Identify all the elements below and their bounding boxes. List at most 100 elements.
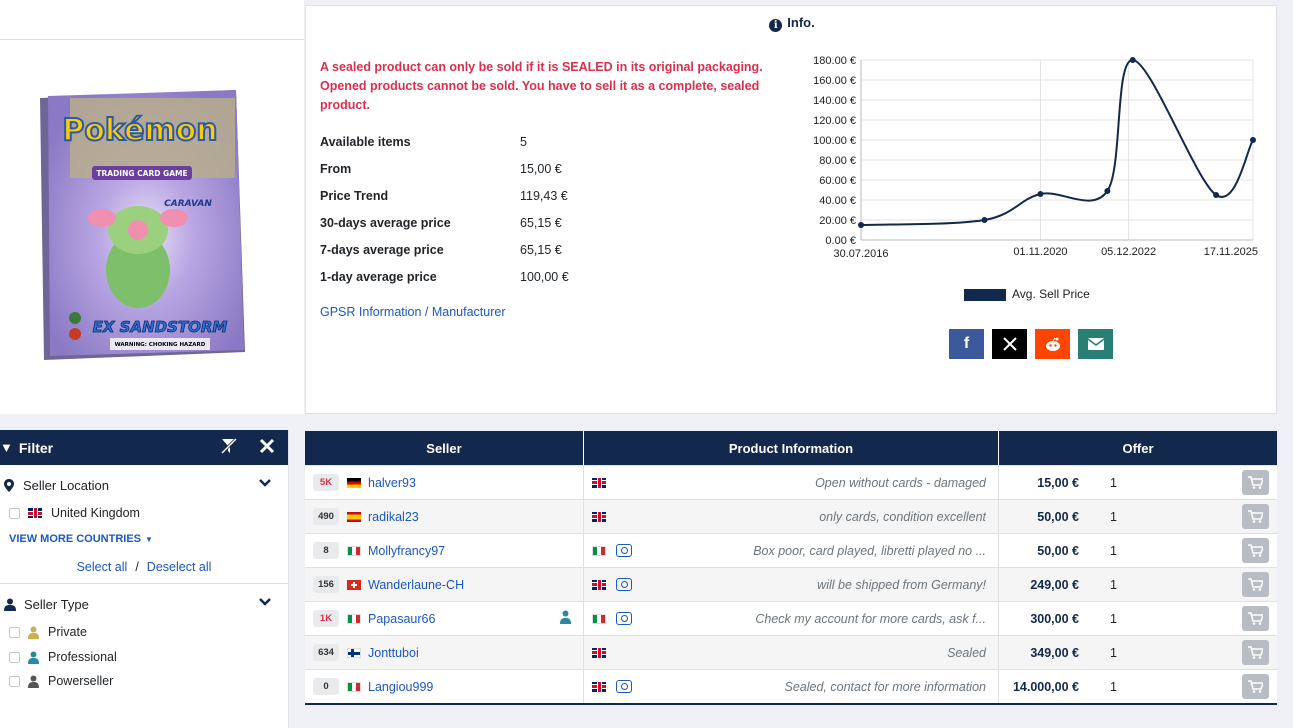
seller-location-header[interactable]: Seller Location <box>0 465 288 505</box>
add-to-cart-button[interactable] <box>1242 674 1269 699</box>
offer-price: 249,00 € <box>1030 577 1079 592</box>
sales-count-badge: 5K <box>313 474 339 491</box>
stat-row: 7-days average price 65,15 € <box>320 236 620 263</box>
table-row: 490 radikal23 only cards, condition exce… <box>305 499 1277 533</box>
seller-type-powerseller[interactable]: Powerseller <box>0 669 288 693</box>
data-point <box>1213 192 1220 198</box>
seller-name-link[interactable]: radikal23 <box>368 510 419 524</box>
clear-filter-icon[interactable] <box>220 437 238 460</box>
stat-row: Price Trend 119,43 € <box>320 182 620 209</box>
email-share-button[interactable] <box>1078 329 1113 359</box>
checkbox[interactable] <box>9 675 20 687</box>
offer-quantity: 1 <box>1110 509 1117 524</box>
select-separator: / <box>135 560 139 574</box>
stat-value: 15,00 € <box>520 161 562 176</box>
add-to-cart-button[interactable] <box>1242 504 1269 529</box>
checkbox[interactable] <box>9 626 20 638</box>
table-header: Seller Product Information Offer <box>305 431 1277 465</box>
checkbox[interactable] <box>9 651 20 663</box>
add-to-cart-button[interactable] <box>1242 606 1269 631</box>
sales-count-badge: 156 <box>313 576 339 593</box>
cart-icon <box>1248 510 1263 523</box>
cart-icon <box>1248 578 1263 591</box>
offer-price: 50,00 € <box>1037 509 1079 524</box>
facebook-share-button[interactable]: f <box>949 329 984 359</box>
offer-quantity: 1 <box>1110 645 1117 660</box>
image-topbar <box>0 0 304 40</box>
seller-type-header[interactable]: Seller Type <box>0 584 288 624</box>
offers-table: Seller Product Information Offer 5K halv… <box>305 431 1277 705</box>
seller-type-professional[interactable]: Professional <box>0 645 288 669</box>
product-image[interactable]: Pokémon TRADING CARD GAME CARAVAN EX SAN… <box>40 90 245 360</box>
cart-icon <box>1248 646 1263 659</box>
offer-cell: 349,00 € 1 <box>999 636 1277 669</box>
add-to-cart-button[interactable] <box>1242 572 1269 597</box>
professional-seller-icon <box>28 651 39 664</box>
offer-comment: Open without cards - damaged <box>815 475 986 490</box>
y-tick-label: 0.00 € <box>825 235 856 247</box>
seller-name-link[interactable]: halver93 <box>368 476 416 490</box>
chevron-down-icon <box>259 479 271 487</box>
user-icon <box>4 598 16 611</box>
checkbox[interactable] <box>9 507 20 519</box>
sales-count-badge: 1K <box>313 610 339 627</box>
y-tick-label: 20.00 € <box>819 215 856 227</box>
sales-count-badge: 0 <box>313 678 339 695</box>
stat-value: 100,00 € <box>520 269 569 284</box>
private-seller-icon <box>28 626 39 639</box>
cart-icon <box>1248 612 1263 625</box>
add-to-cart-button[interactable] <box>1242 470 1269 495</box>
gpsr-link[interactable]: GPSR Information / Manufacturer <box>320 305 506 319</box>
filter-icon: ▼ <box>0 440 13 455</box>
tcg-label: TRADING CARD GAME <box>96 169 187 178</box>
chevron-down-icon <box>259 598 271 606</box>
info-panel: i Info. A sealed product can only be sold… <box>305 5 1277 414</box>
offer-quantity: 1 <box>1110 679 1117 694</box>
deselect-all-link[interactable]: Deselect all <box>147 560 212 574</box>
seller-name-link[interactable]: Jonttuboi <box>368 646 419 660</box>
offer-cell: 14.000,00 € 1 <box>999 670 1277 703</box>
table-row: 5K halver93 Open without cards - damaged… <box>305 465 1277 499</box>
seller-name-link[interactable]: Langiou999 <box>368 680 433 694</box>
seller-name-link[interactable]: Wanderlaune-CH <box>368 578 464 592</box>
offer-cell: 249,00 € 1 <box>999 568 1277 601</box>
reddit-share-button[interactable] <box>1035 329 1070 359</box>
seller-cell: 1K Papasaur66 <box>305 602 584 635</box>
seller-cell: 8 Mollyfrancy97 <box>305 534 584 567</box>
price-stats: Available items 5 From 15,00 € Price Trend 11… <box>320 128 620 290</box>
x-tick-label: 17.11.2025 <box>1204 246 1258 258</box>
add-to-cart-button[interactable] <box>1242 640 1269 665</box>
select-all-link[interactable]: Select all <box>77 560 128 574</box>
add-to-cart-button[interactable] <box>1242 538 1269 563</box>
stat-label: 30-days average price <box>320 215 451 230</box>
seller-country-flag-icon <box>347 681 361 692</box>
powerseller-icon <box>28 675 39 688</box>
close-filter-icon[interactable] <box>258 437 276 460</box>
camera-icon[interactable] <box>616 680 632 693</box>
x-share-button[interactable] <box>992 329 1027 359</box>
seller-name-link[interactable]: Mollyfrancy97 <box>368 544 445 558</box>
offer-cell: 15,00 € 1 <box>999 466 1277 499</box>
offer-quantity: 1 <box>1110 475 1117 490</box>
header-seller[interactable]: Seller <box>305 431 584 465</box>
table-row: 1K Papasaur66 Check my account for more … <box>305 601 1277 635</box>
offer-cell: 50,00 € 1 <box>999 534 1277 567</box>
legend-label: Avg. Sell Price <box>1012 287 1090 301</box>
filter-header: ▼ Filter <box>0 430 288 465</box>
seller-country-flag-icon <box>347 613 361 624</box>
x-tick-label: 05.12.2022 <box>1101 246 1156 258</box>
camera-icon[interactable] <box>616 612 632 625</box>
stat-label: 1-day average price <box>320 269 437 284</box>
seller-name-link[interactable]: Papasaur66 <box>368 612 435 626</box>
table-body: 5K halver93 Open without cards - damaged… <box>305 465 1277 703</box>
view-more-countries[interactable]: VIEW MORE COUNTRIES ▼ <box>0 525 288 553</box>
seller-country-flag-icon <box>347 511 361 522</box>
filter-title: Filter <box>18 439 54 456</box>
header-offer[interactable]: Offer <box>999 431 1277 465</box>
data-point <box>1104 188 1111 194</box>
product-info-cell: Sealed <box>584 636 999 669</box>
facebook-icon: f <box>963 335 970 352</box>
header-product-information: Product Information <box>584 431 999 465</box>
camera-icon[interactable] <box>616 544 632 557</box>
camera-icon[interactable] <box>616 578 632 591</box>
